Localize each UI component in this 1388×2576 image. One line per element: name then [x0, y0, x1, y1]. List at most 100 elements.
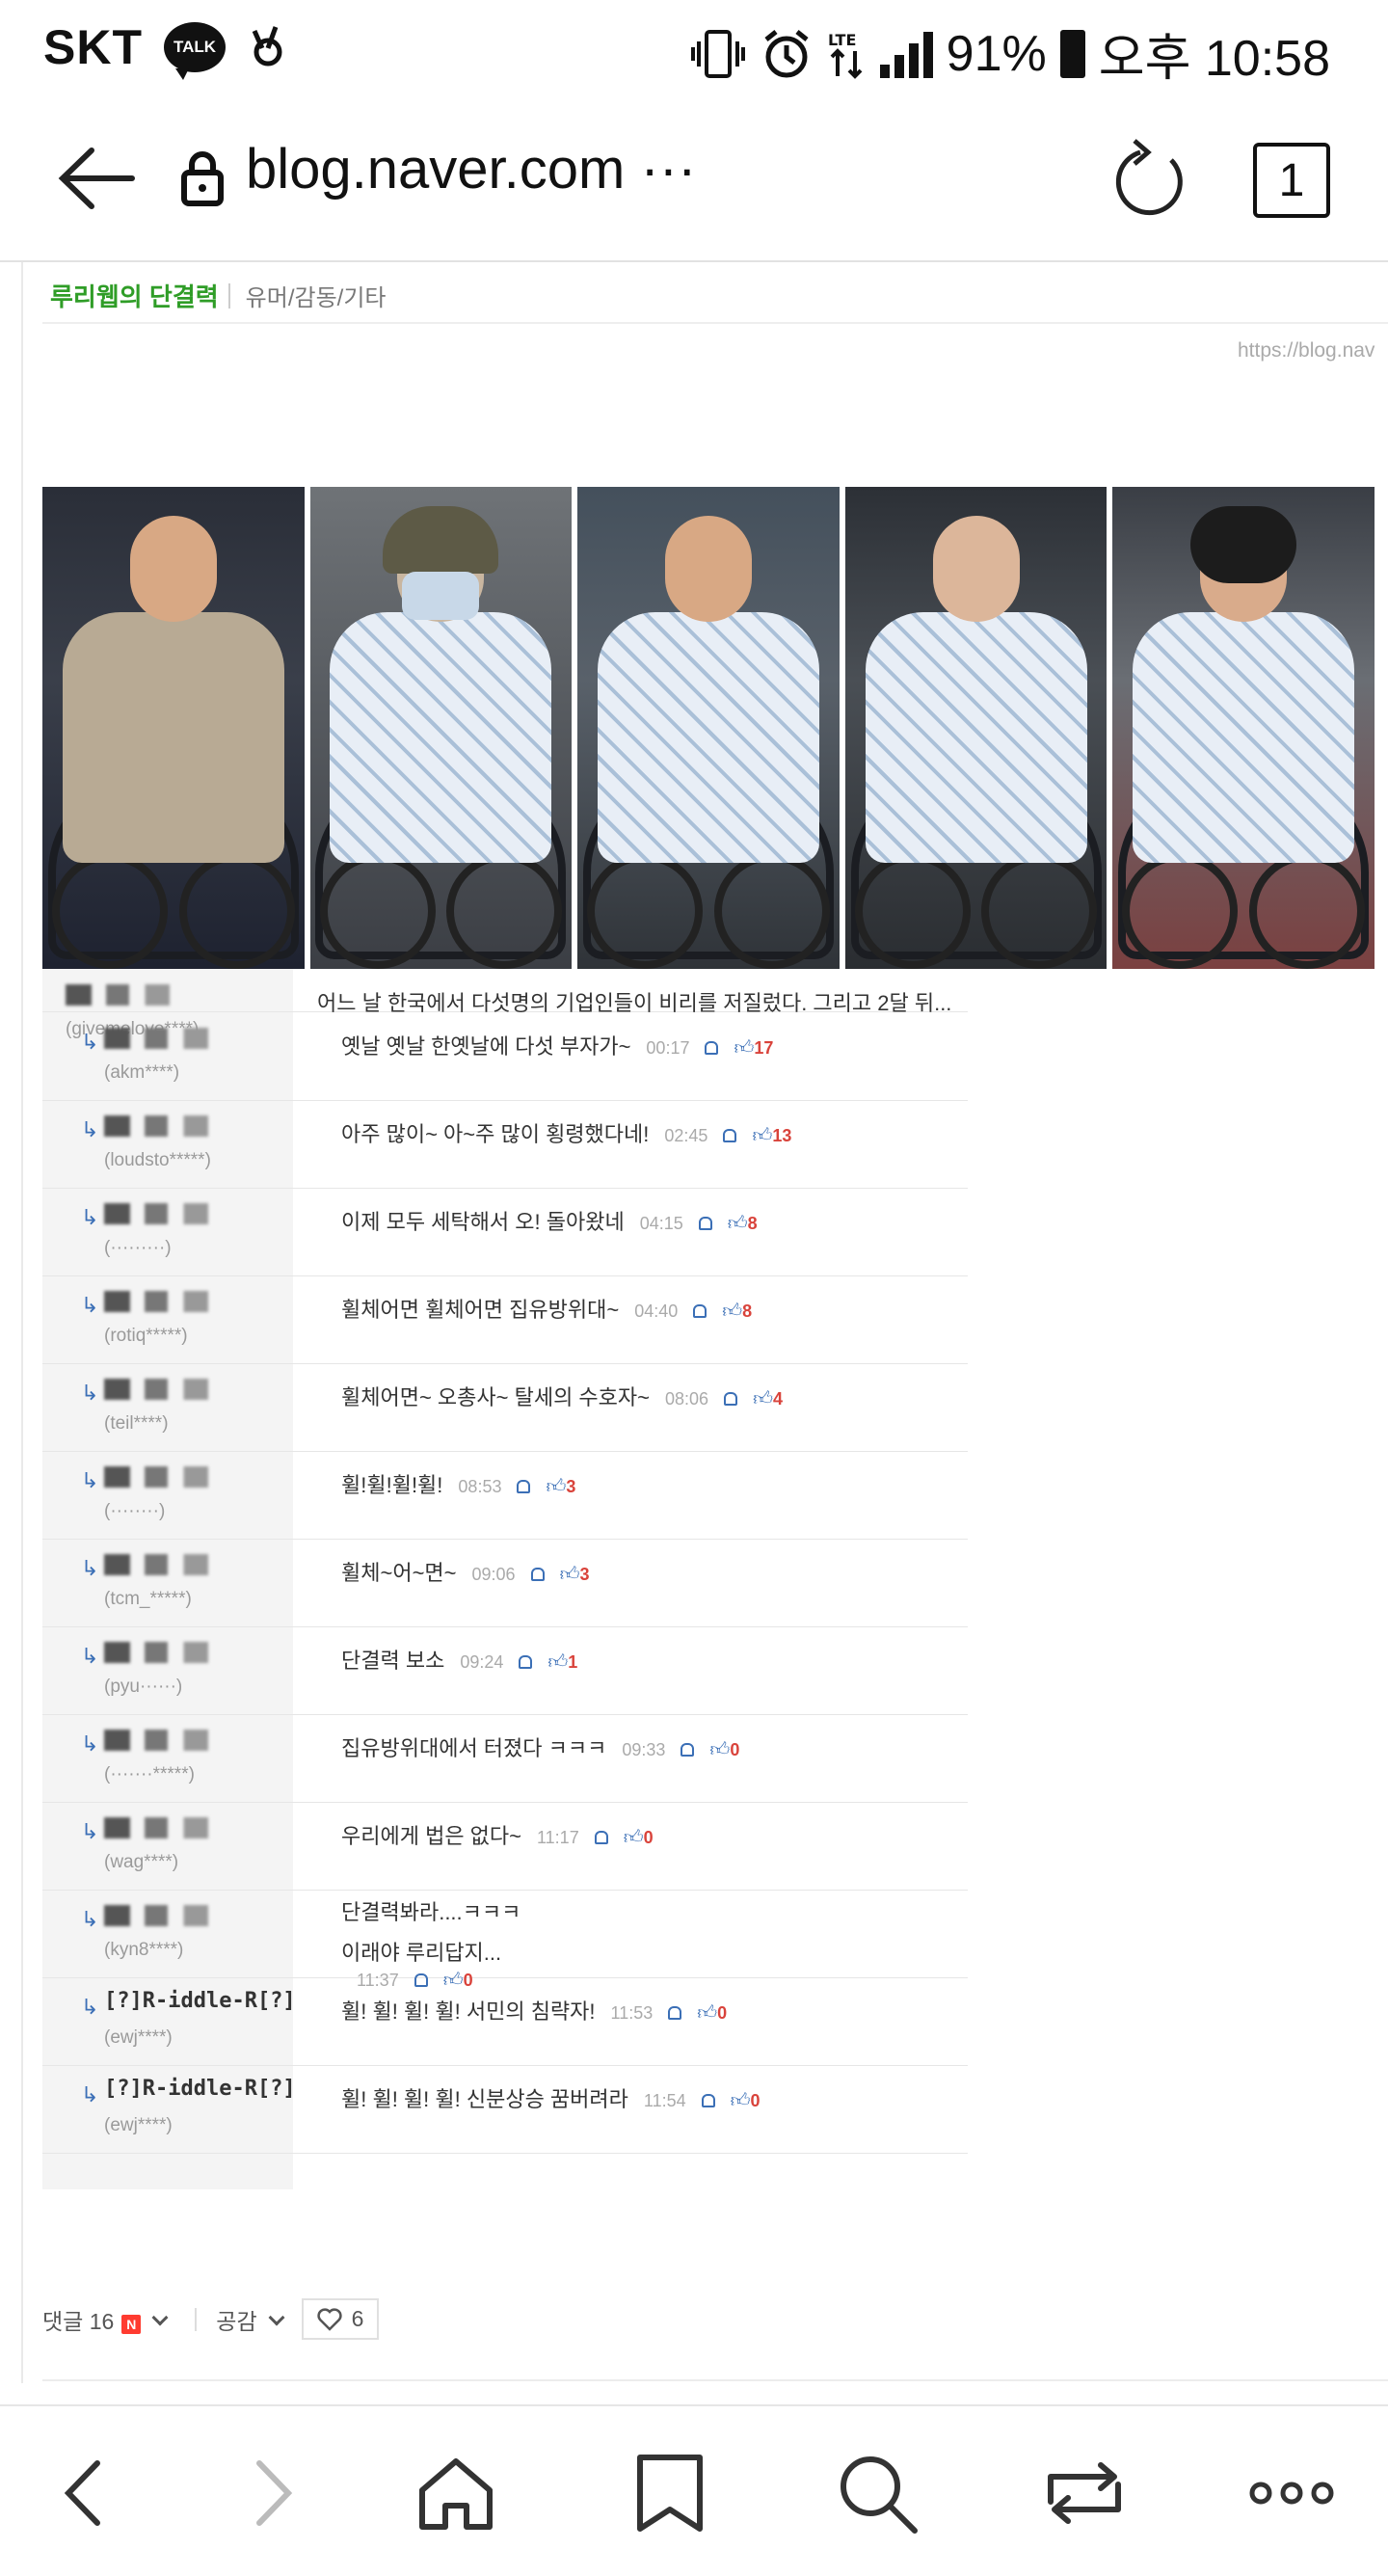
- comment-user-id: (pyu······): [104, 1677, 183, 1697]
- tabs-switch-icon[interactable]: [1041, 2450, 1128, 2536]
- comment-user-id: (········): [104, 1501, 166, 1521]
- comment-like-count: 4: [772, 1389, 783, 1409]
- back-icon[interactable]: [43, 2450, 130, 2536]
- comment-body: 휠체어면 휠체어면 집유방위대~: [341, 1298, 620, 1322]
- status-right: LTE 91% 오후 10:58: [689, 17, 1330, 90]
- carrier-label: SKT: [43, 20, 143, 74]
- reply-arrow-icon: ↳: [81, 1293, 99, 1317]
- comment-body: 단결력봐라....ㅋㅋㅋ: [341, 1900, 521, 1924]
- thumbs-up-icon: 👍︎: [722, 1301, 743, 1322]
- blog-name-link[interactable]: 루리웹의 단결력: [50, 278, 219, 313]
- blurred-nickname: [104, 1817, 249, 1838]
- reply-arrow-icon: ↳: [81, 1117, 99, 1141]
- comment-body: 휠!휠!휠!휠!: [341, 1473, 443, 1497]
- chevron-down-icon: [268, 2309, 285, 2325]
- url-text[interactable]: blog.naver.com ···: [246, 137, 696, 201]
- blurred-nickname: [104, 1905, 249, 1926]
- blurred-nickname: [104, 1379, 249, 1400]
- comment-user-id: (ewj****): [104, 2115, 173, 2135]
- battery-icon: [1059, 29, 1085, 78]
- comment-text: 옛날 옛날 한옛날에 다섯 부자가~ 00:17 👍︎17: [341, 1030, 773, 1060]
- blurred-nickname: [66, 984, 210, 1006]
- report-icon: [519, 1655, 533, 1670]
- reply-arrow-icon: ↳: [81, 1644, 99, 1668]
- reply-arrow-icon: ↳: [81, 1731, 99, 1756]
- comment-text: 휠체~어~면~ 09:06 👍︎3: [341, 1556, 589, 1587]
- thumbs-up-icon: 👍︎: [709, 1739, 731, 1760]
- empathy-button[interactable]: 공감: [216, 2303, 291, 2336]
- reload-icon[interactable]: [1113, 135, 1190, 222]
- photo-person-4: [844, 487, 1108, 969]
- comment-body: 집유방위대에서 터졌다 ㅋㅋㅋ: [341, 1736, 607, 1760]
- source-url[interactable]: https://blog.nav: [1238, 339, 1375, 362]
- new-badge: N: [121, 2314, 142, 2334]
- reply-arrow-icon: ↳: [81, 1556, 99, 1580]
- category-separator: [227, 282, 230, 309]
- comment-time: 04:15: [639, 1214, 683, 1233]
- thumbs-up-icon: 👍︎: [623, 1827, 644, 1848]
- comment-time: 09:06: [471, 1565, 516, 1584]
- chevron-down-icon: [151, 2309, 169, 2325]
- bookmark-icon[interactable]: [627, 2450, 713, 2536]
- comment-body-line2: 이래야 루리답지...: [341, 1941, 502, 1965]
- kakaotalk-icon: TALK: [164, 22, 226, 80]
- comments-button[interactable]: 댓글 16 N: [42, 2303, 175, 2336]
- search-icon[interactable]: [834, 2450, 921, 2536]
- comment-body: 우리에게 법은 없다~: [341, 1824, 521, 1848]
- svg-text:LTE: LTE: [828, 31, 856, 49]
- comment-text: 휠! 휠! 휠! 휠! 서민의 침략자! 11:53 👍︎0: [341, 1995, 727, 2026]
- post-category: 루리웹의 단결력 유머/감동/기타: [50, 278, 387, 313]
- comments-label: 댓글 16: [42, 2308, 115, 2334]
- reply-arrow-icon: ↳: [81, 1381, 99, 1405]
- comment-body: 휠체어면~ 오총사~ 탈세의 수호자~: [341, 1385, 651, 1409]
- sub-category-link[interactable]: 유머/감동/기타: [246, 279, 387, 312]
- photo-person-1: [42, 487, 305, 969]
- comment-user-id: (wag****): [104, 1852, 179, 1872]
- thumbs-up-icon: 👍︎: [752, 1125, 773, 1146]
- tab-count-button[interactable]: 1: [1253, 143, 1330, 218]
- back-arrow-icon[interactable]: [53, 135, 140, 222]
- content-border: [21, 262, 23, 2383]
- comment-time: 09:33: [622, 1740, 666, 1759]
- more-icon[interactable]: [1243, 2450, 1340, 2536]
- report-icon: [701, 2094, 715, 2108]
- comment-text: 휠!휠!휠!휠! 08:53 👍︎3: [341, 1468, 575, 1499]
- blurred-nickname: [104, 1115, 249, 1137]
- comment-body: 이제 모두 세탁해서 오! 돌아왔네: [341, 1210, 625, 1234]
- reply-arrow-icon: ↳: [81, 2082, 99, 2106]
- lock-icon: [181, 151, 224, 206]
- category-divider: [42, 322, 1388, 324]
- lte-icon: LTE: [828, 31, 863, 79]
- comment-user-id: (ewj****): [104, 2027, 173, 2048]
- reply-arrow-icon: ↳: [81, 1205, 99, 1229]
- report-icon: [724, 1392, 738, 1407]
- comment-row: ↳ (wag****) 우리에게 법은 없다~ 11:17 👍︎0: [42, 1802, 968, 1891]
- comment-nickname: [?]R-iddle-R[?]: [104, 2077, 296, 2101]
- alarm-icon: [764, 29, 809, 77]
- thumbs-up-icon: 👍︎: [727, 1213, 748, 1234]
- comment-time: 00:17: [646, 1038, 690, 1058]
- comment-text: 휠! 휠! 휠! 휠! 신분상승 꿈버려라 11:54 👍︎0: [341, 2082, 761, 2113]
- rabbit-icon: [252, 26, 282, 67]
- comment-time: 11:54: [643, 2091, 686, 2110]
- thumbs-up-icon: 👍︎: [753, 1388, 773, 1409]
- like-button[interactable]: 6: [301, 2298, 380, 2340]
- vibrate-icon: [690, 29, 745, 78]
- comment-body: 휠! 휠! 휠! 휠! 서민의 침략자!: [341, 1999, 596, 2024]
- comment-time: 09:24: [460, 1652, 504, 1672]
- comment-like-count: 0: [717, 2003, 728, 2023]
- comment-user-id: (tcm_*****): [104, 1589, 192, 1609]
- comment-time: 08:53: [458, 1477, 502, 1496]
- report-icon: [693, 1304, 707, 1319]
- home-icon[interactable]: [413, 2450, 499, 2536]
- photo-person-2: [309, 487, 573, 969]
- comment-text: 아주 많이~ 아~주 많이 횡령했다네! 02:45 👍︎13: [341, 1117, 791, 1148]
- comment-row: ↳ (tcm_*****) 휠체~어~면~ 09:06 👍︎3: [42, 1539, 968, 1627]
- forward-icon[interactable]: [227, 2450, 313, 2536]
- footer-separator: [195, 2307, 198, 2331]
- report-icon: [530, 1568, 545, 1582]
- comment-like-count: 0: [643, 1828, 654, 1847]
- comment-user-id: (·······*****): [104, 1764, 195, 1784]
- blurred-nickname: [104, 1730, 249, 1751]
- battery-percent: 91%: [946, 25, 1047, 82]
